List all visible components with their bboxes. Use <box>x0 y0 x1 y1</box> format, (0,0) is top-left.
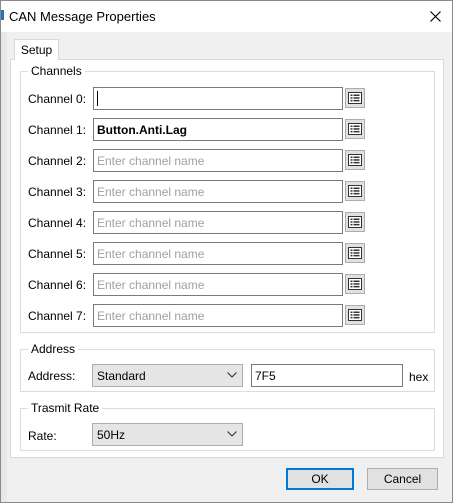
chevron-down-icon <box>227 431 237 437</box>
title-bar[interactable]: CAN Message Properties <box>1 1 452 32</box>
background-window-edge <box>1 32 7 502</box>
close-button[interactable] <box>418 1 452 32</box>
list-icon <box>348 278 362 290</box>
channel-label: Channel 6: <box>28 278 87 292</box>
channel-6-browse-button[interactable] <box>345 274 365 294</box>
cancel-button[interactable]: Cancel <box>367 468 438 490</box>
channel-2-input[interactable] <box>93 149 343 172</box>
app-icon <box>1 10 4 20</box>
channel-7-input[interactable] <box>93 304 343 327</box>
channel-label: Channel 1: <box>28 123 87 137</box>
transmit-rate-legend: Trasmit Rate <box>28 401 103 415</box>
channel-5-browse-button[interactable] <box>345 243 365 263</box>
rate-select[interactable]: 50Hz <box>92 423 243 446</box>
dialog-window: CAN Message Properties Setup Channels Ad… <box>0 0 453 503</box>
tab-setup-label: Setup <box>20 43 53 57</box>
channel-5-input[interactable] <box>93 242 343 265</box>
address-label: Address: <box>28 369 76 383</box>
channel-3-input[interactable] <box>93 180 343 203</box>
channel-label: Channel 2: <box>28 154 87 168</box>
channel-0-input[interactable] <box>93 87 343 110</box>
text-caret <box>97 91 98 106</box>
channel-label: Channel 0: <box>28 92 87 106</box>
ok-button-label: OK <box>311 472 329 486</box>
channel-label: Channel 4: <box>28 216 87 230</box>
address-type-select[interactable]: Standard <box>92 364 243 387</box>
rate-label: Rate: <box>28 429 57 443</box>
channel-1-browse-button[interactable] <box>345 119 365 139</box>
channel-6-input[interactable] <box>93 273 343 296</box>
channel-label: Channel 7: <box>28 309 87 323</box>
close-icon <box>429 11 441 22</box>
channel-label: Channel 5: <box>28 247 87 261</box>
ok-button[interactable]: OK <box>286 468 354 490</box>
channel-1-input[interactable] <box>93 118 343 141</box>
address-legend: Address <box>28 342 79 356</box>
channel-label: Channel 3: <box>28 185 87 199</box>
list-icon <box>348 247 362 259</box>
address-type-value: Standard <box>97 369 146 383</box>
window-title: CAN Message Properties <box>9 9 156 24</box>
list-icon <box>348 185 362 197</box>
setup-panel: Channels Address Address: Standard hex T… <box>10 59 444 458</box>
tab-setup[interactable]: Setup <box>14 39 59 60</box>
list-icon <box>348 216 362 228</box>
address-value-input[interactable] <box>251 364 403 387</box>
channels-legend: Channels <box>28 64 85 78</box>
address-unit-label: hex <box>409 370 429 384</box>
channel-2-browse-button[interactable] <box>345 150 365 170</box>
rate-value: 50Hz <box>97 428 126 442</box>
channel-3-browse-button[interactable] <box>345 181 365 201</box>
channel-4-browse-button[interactable] <box>345 212 365 232</box>
channel-0-browse-button[interactable] <box>345 88 365 108</box>
channel-4-input[interactable] <box>93 211 343 234</box>
channel-7-browse-button[interactable] <box>345 305 365 325</box>
list-icon <box>348 92 362 104</box>
list-icon <box>348 123 362 135</box>
chevron-down-icon <box>227 372 237 378</box>
list-icon <box>348 154 362 166</box>
list-icon <box>348 309 362 321</box>
cancel-button-label: Cancel <box>383 472 422 486</box>
